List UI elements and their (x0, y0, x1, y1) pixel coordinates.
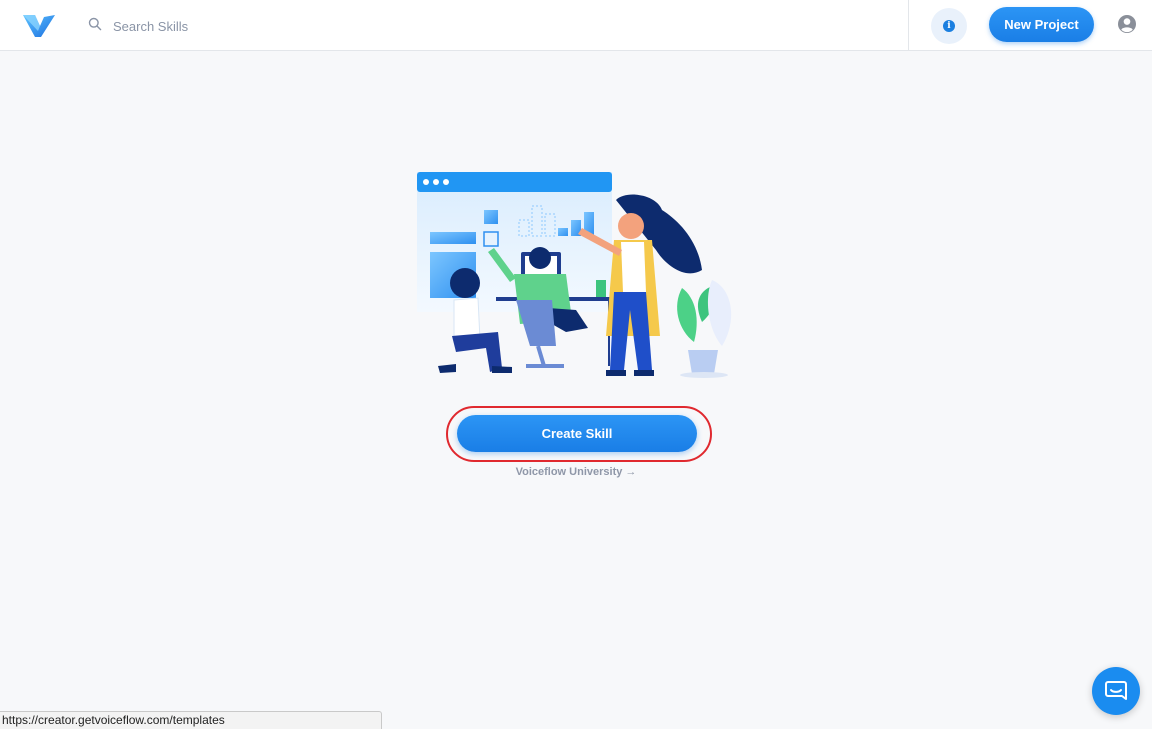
new-project-button[interactable]: New Project (989, 7, 1094, 42)
info-icon: i (943, 20, 955, 32)
team-collaboration-illustration (417, 172, 732, 378)
search-icon (88, 17, 102, 31)
voiceflow-university-label: Voiceflow University (515, 466, 623, 478)
create-skill-button[interactable]: Create Skill (457, 415, 697, 452)
top-navigation-bar: i New Project (0, 0, 1152, 51)
chat-widget-button[interactable] (1092, 667, 1140, 715)
voiceflow-university-link[interactable]: Voiceflow University → (456, 466, 696, 478)
arrow-right-icon: → (625, 466, 637, 478)
search-input[interactable] (113, 16, 373, 36)
voiceflow-logo-icon[interactable] (22, 12, 56, 38)
info-button[interactable]: i (931, 8, 967, 44)
chat-bubble-icon (1105, 681, 1127, 700)
status-bar-url: https://creator.getvoiceflow.com/templat… (0, 711, 382, 729)
user-account-icon[interactable] (1117, 14, 1137, 34)
search-bar (88, 14, 388, 38)
header-divider (908, 0, 909, 51)
